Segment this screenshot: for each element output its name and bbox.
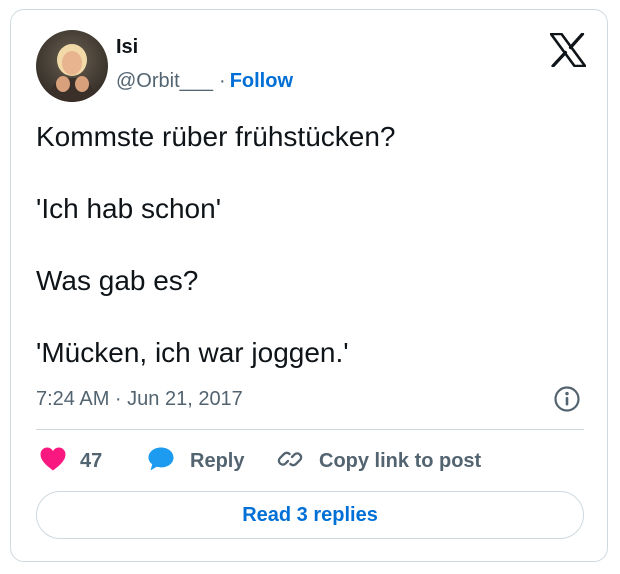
like-button[interactable]: 47 xyxy=(39,446,102,476)
info-icon[interactable] xyxy=(553,385,581,413)
reply-label: Reply xyxy=(190,450,245,472)
display-name[interactable]: Isi xyxy=(116,35,138,59)
tweet-line: Was gab es? xyxy=(36,265,199,296)
link-icon xyxy=(277,446,303,477)
like-count: 47 xyxy=(80,450,103,472)
user-handle[interactable]: @Orbit___ xyxy=(116,70,213,92)
tweet-text: Kommste rüber frühstücken? 'Ich hab scho… xyxy=(36,120,576,370)
heart-icon xyxy=(39,446,67,477)
tweet-timestamp[interactable]: 7:24 AM · Jun 21, 2017 xyxy=(36,386,243,412)
reply-button[interactable]: Reply xyxy=(147,446,244,476)
separator-dot: · xyxy=(219,70,226,92)
tweet-line: 'Mücken, ich war joggen.' xyxy=(36,337,349,368)
tweet-card: Isi @Orbit___ · Follow Kommste rüber frühs… xyxy=(10,9,608,562)
read-replies-label: Read 3 replies xyxy=(242,503,378,526)
tweet-line: 'Ich hab schon' xyxy=(36,193,222,224)
copy-link-button[interactable]: Copy link to post xyxy=(277,446,481,476)
divider xyxy=(36,429,584,430)
copy-link-label: Copy link to post xyxy=(319,450,482,472)
x-logo-icon[interactable] xyxy=(549,32,587,68)
reply-bubble-icon xyxy=(147,446,175,477)
avatar[interactable] xyxy=(36,30,108,102)
follow-button[interactable]: Follow xyxy=(230,70,293,92)
read-replies-button[interactable]: Read 3 replies xyxy=(36,491,584,539)
tweet-line: Kommste rüber frühstücken? xyxy=(36,121,396,152)
handle-row: @Orbit___ · Follow xyxy=(116,68,293,94)
